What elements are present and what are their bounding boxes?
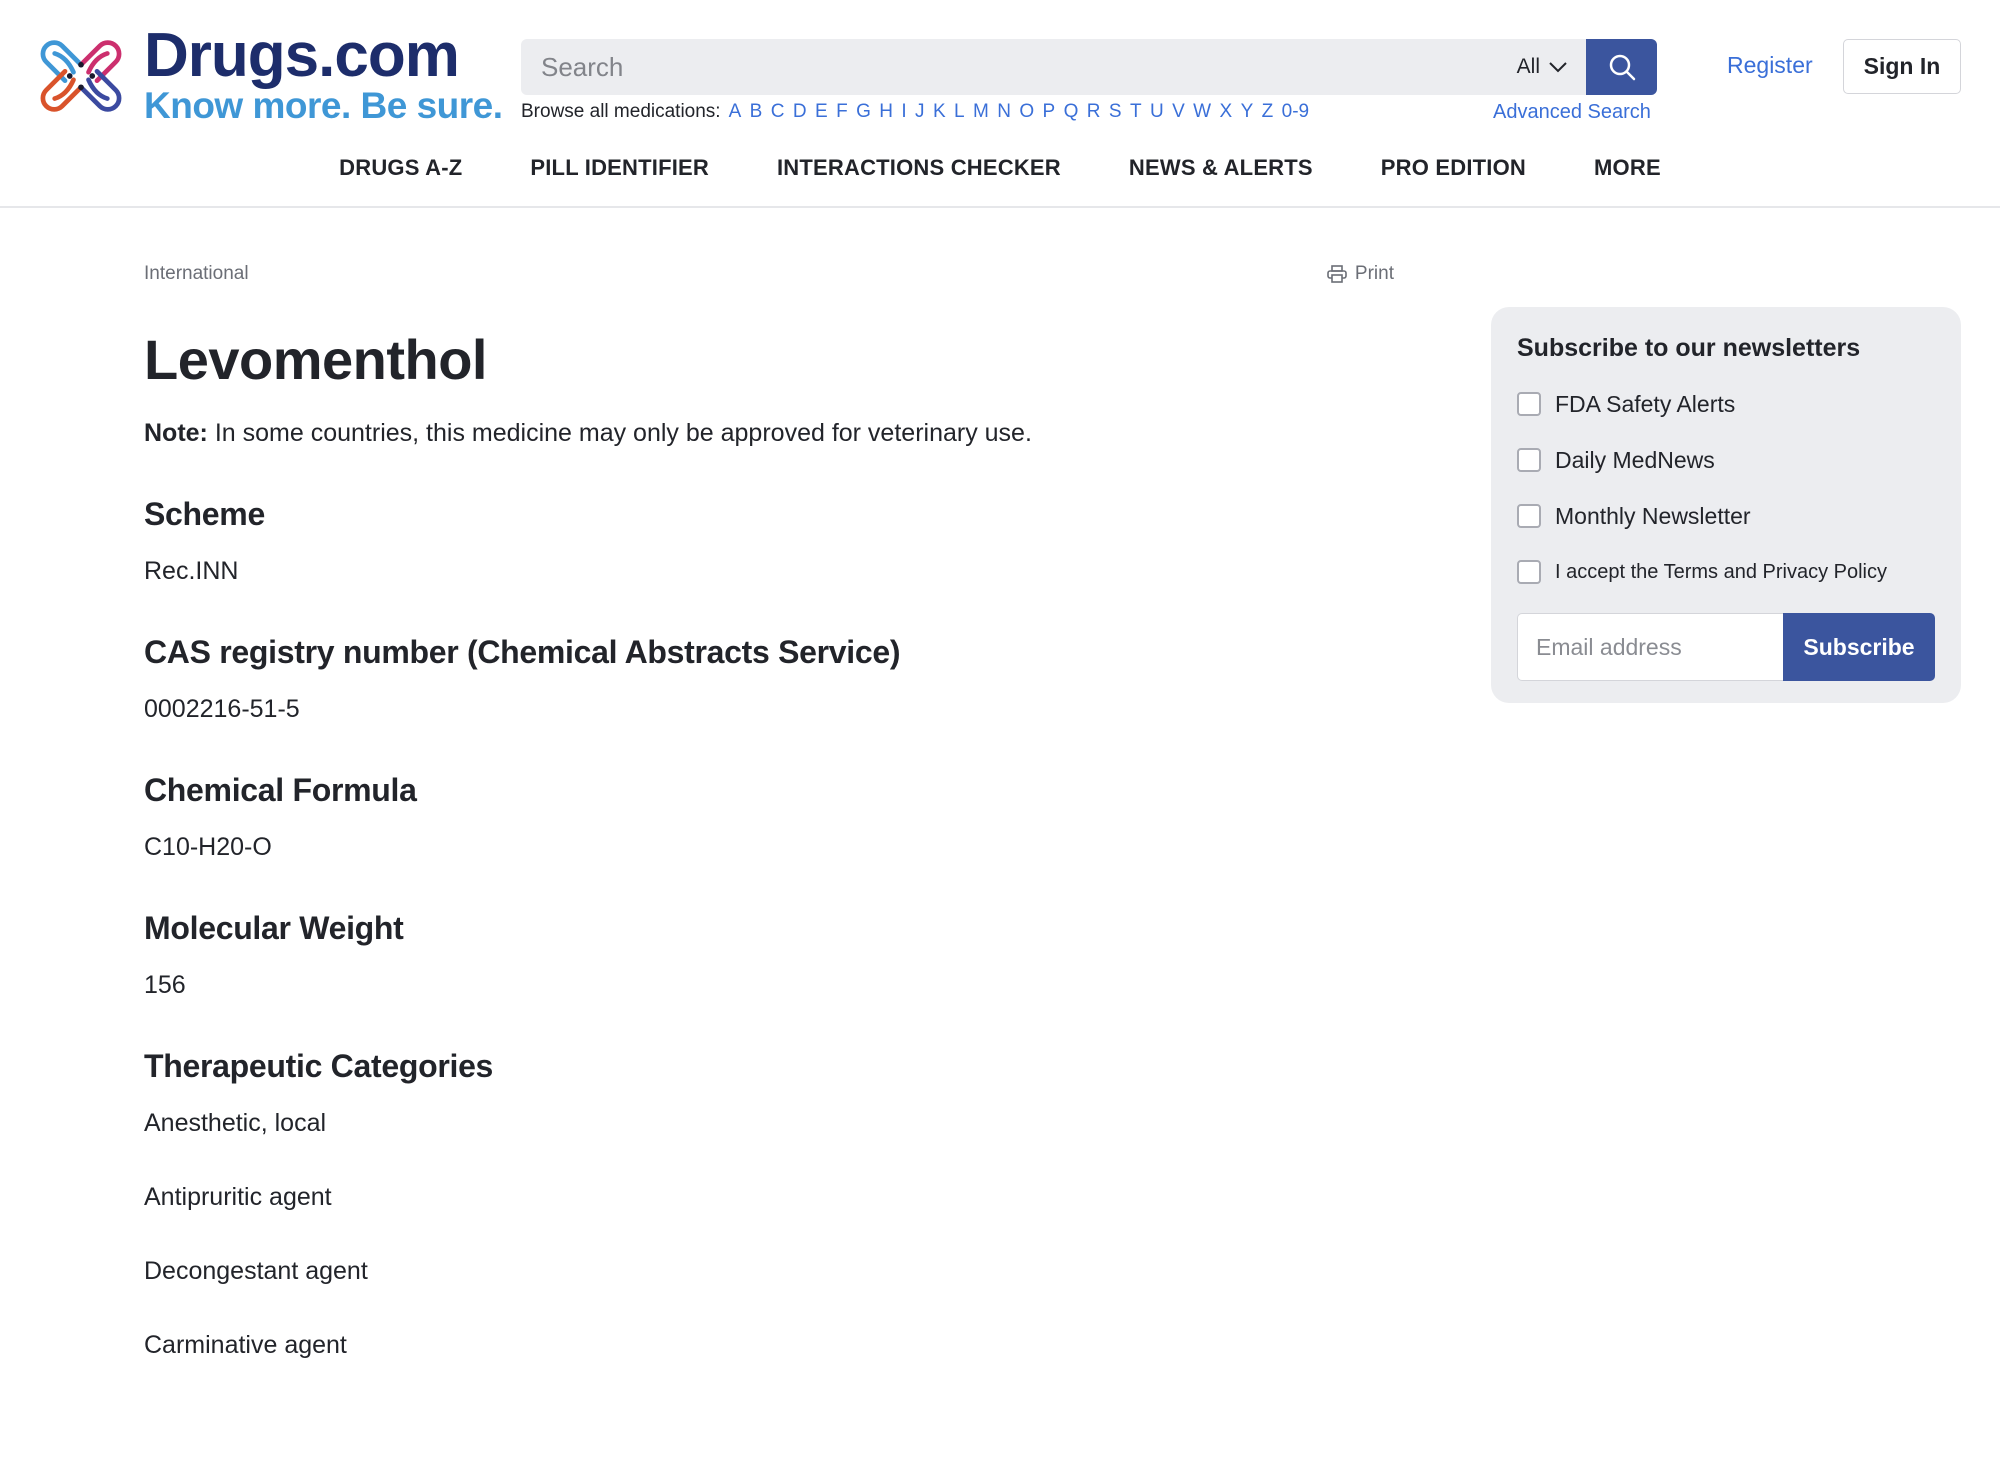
subscribe-button[interactable]: Subscribe [1783,613,1935,681]
checkbox-label: Monthly Newsletter [1555,502,1751,529]
browse-letter-link[interactable]: R [1087,101,1101,123]
note-text: In some countries, this medicine may onl… [207,419,1032,447]
browse-letter-link[interactable]: Y [1241,101,1254,123]
browse-letter-link[interactable]: F [836,101,848,123]
browse-letter-link[interactable]: C [771,101,785,123]
nav-drugs-a-z[interactable]: DRUGS A-Z [339,155,462,181]
site-header: Drugs.com Know more. Be sure. All Browse… [0,0,2000,208]
browse-letter-link[interactable]: G [856,101,871,123]
browse-letter-link[interactable]: O [1019,101,1034,123]
print-button[interactable]: Print [1327,263,1394,285]
browse-letter-link[interactable]: M [973,101,989,123]
section-heading: Chemical Formula [144,772,417,808]
nav-pro-edition[interactable]: PRO EDITION [1381,155,1526,181]
newsletter-option-daily-mednews[interactable]: Daily MedNews [1517,445,1935,475]
browse-letter-link[interactable]: Q [1064,101,1079,123]
browse-letter-link[interactable]: X [1219,101,1232,123]
search-scope-dropdown[interactable]: All [1517,55,1568,79]
logo-tagline: Know more. Be sure. [144,85,503,126]
browse-letter-link[interactable]: 0-9 [1282,101,1309,123]
search-scope-value: All [1516,55,1540,78]
nav-interactions-checker[interactable]: INTERACTIONS CHECKER [777,155,1061,181]
browse-letter-link[interactable]: J [915,101,925,123]
browse-letter-link[interactable]: E [815,101,828,123]
browse-letter-link[interactable]: S [1109,101,1122,123]
newsletter-panel: Subscribe to our newsletters FDA Safety … [1491,307,1961,703]
category-item: Decongestant agent [144,1257,368,1285]
subscribe-form: Subscribe [1517,613,1935,681]
section-chemical-formula: Chemical Formula C10-H20-O [144,770,1394,864]
newsletter-option-fda-safety-alerts[interactable]: FDA Safety Alerts [1517,389,1935,419]
section-heading: Scheme [144,496,265,532]
checkbox-label: Daily MedNews [1555,446,1715,473]
browse-letter-link[interactable]: V [1172,101,1185,123]
veterinary-note: Note: In some countries, this medicine m… [144,416,1394,450]
browse-letters: A B C D E F G H I J K L M N O P Q R S T U V W X Y Z 0-9 [729,101,1318,123]
browse-letter-link[interactable]: W [1193,101,1211,123]
browse-label: Browse all medications: [521,101,721,122]
logo-link[interactable]: Drugs.com Know more. Be sure. [34,21,503,126]
category-list: Anesthetic, local Antipruritic agent Dec… [144,1106,1394,1362]
search-input[interactable] [521,39,1517,95]
section-value: 0002216-51-5 [144,695,300,723]
browse-letter-link[interactable]: U [1150,101,1164,123]
category-item: Antipruritic agent [144,1183,332,1211]
page-title: Levomenthol [144,328,487,391]
email-input[interactable] [1517,613,1783,681]
main-nav: DRUGS A-Z PILL IDENTIFIER INTERACTIONS C… [0,155,2000,181]
browse-letter-link[interactable]: B [750,101,763,123]
browse-letter-link[interactable]: H [879,101,893,123]
accept-terms-option[interactable]: I accept the Terms and Privacy Policy [1517,557,1935,587]
section-value: 156 [144,971,186,999]
checkbox[interactable] [1517,448,1541,472]
chevron-down-icon [1549,62,1567,73]
browse-medications: Browse all medications: ABCDEFGHIJKLMNOP… [521,101,1318,123]
checkbox-label: FDA Safety Alerts [1555,390,1736,417]
browse-letter-link[interactable]: D [793,101,807,123]
browse-letter-link[interactable]: L [954,101,965,123]
newsletter-title: Subscribe to our newsletters [1517,334,1861,362]
section-therapeutic-categories: Therapeutic Categories Anesthetic, local… [144,1046,1394,1362]
checkbox[interactable] [1517,392,1541,416]
checkbox[interactable] [1517,560,1541,584]
main-content: International Print Levomenthol Note: In… [144,262,1394,1402]
note-label: Note: [144,419,208,447]
search-bar: All [521,39,1657,95]
checkbox-label: I accept the Terms and Privacy Policy [1555,560,1887,583]
browse-letter-link[interactable]: T [1130,101,1142,123]
printer-icon [1327,265,1347,283]
section-heading: Molecular Weight [144,910,404,946]
nav-more[interactable]: MORE [1594,155,1661,181]
browse-letter-link[interactable]: N [997,101,1011,123]
section-molecular-weight: Molecular Weight 156 [144,908,1394,1002]
breadcrumb-international[interactable]: International [144,263,249,285]
section-heading: CAS registry number (Chemical Abstracts … [144,634,901,670]
category-item: Carminative agent [144,1331,347,1359]
category-item: Anesthetic, local [144,1109,327,1137]
section-value: C10-H20-O [144,833,272,861]
section-cas-number: CAS registry number (Chemical Abstracts … [144,632,1394,726]
register-link[interactable]: Register [1727,52,1813,79]
section-value: Rec.INN [144,557,239,585]
section-heading: Therapeutic Categories [144,1048,494,1084]
newsletter-option-monthly-newsletter[interactable]: Monthly Newsletter [1517,501,1935,531]
nav-pill-identifier[interactable]: PILL IDENTIFIER [530,155,709,181]
browse-letter-link[interactable]: I [901,101,906,123]
browse-letter-link[interactable]: P [1043,101,1056,123]
print-label: Print [1354,263,1394,284]
advanced-search-link[interactable]: Advanced Search [1493,101,1651,124]
drugs-com-logo-icon [40,40,122,112]
checkbox[interactable] [1517,504,1541,528]
browse-letter-link[interactable]: K [933,101,946,123]
search-button[interactable] [1586,39,1657,95]
browse-letter-link[interactable]: A [729,101,742,123]
section-scheme: Scheme Rec.INN [144,494,1394,588]
logo-title: Drugs.com [144,21,460,90]
browse-letter-link[interactable]: Z [1262,101,1274,123]
sign-in-button[interactable]: Sign In [1843,39,1961,94]
nav-news-alerts[interactable]: NEWS & ALERTS [1129,155,1313,181]
search-icon [1609,54,1635,81]
